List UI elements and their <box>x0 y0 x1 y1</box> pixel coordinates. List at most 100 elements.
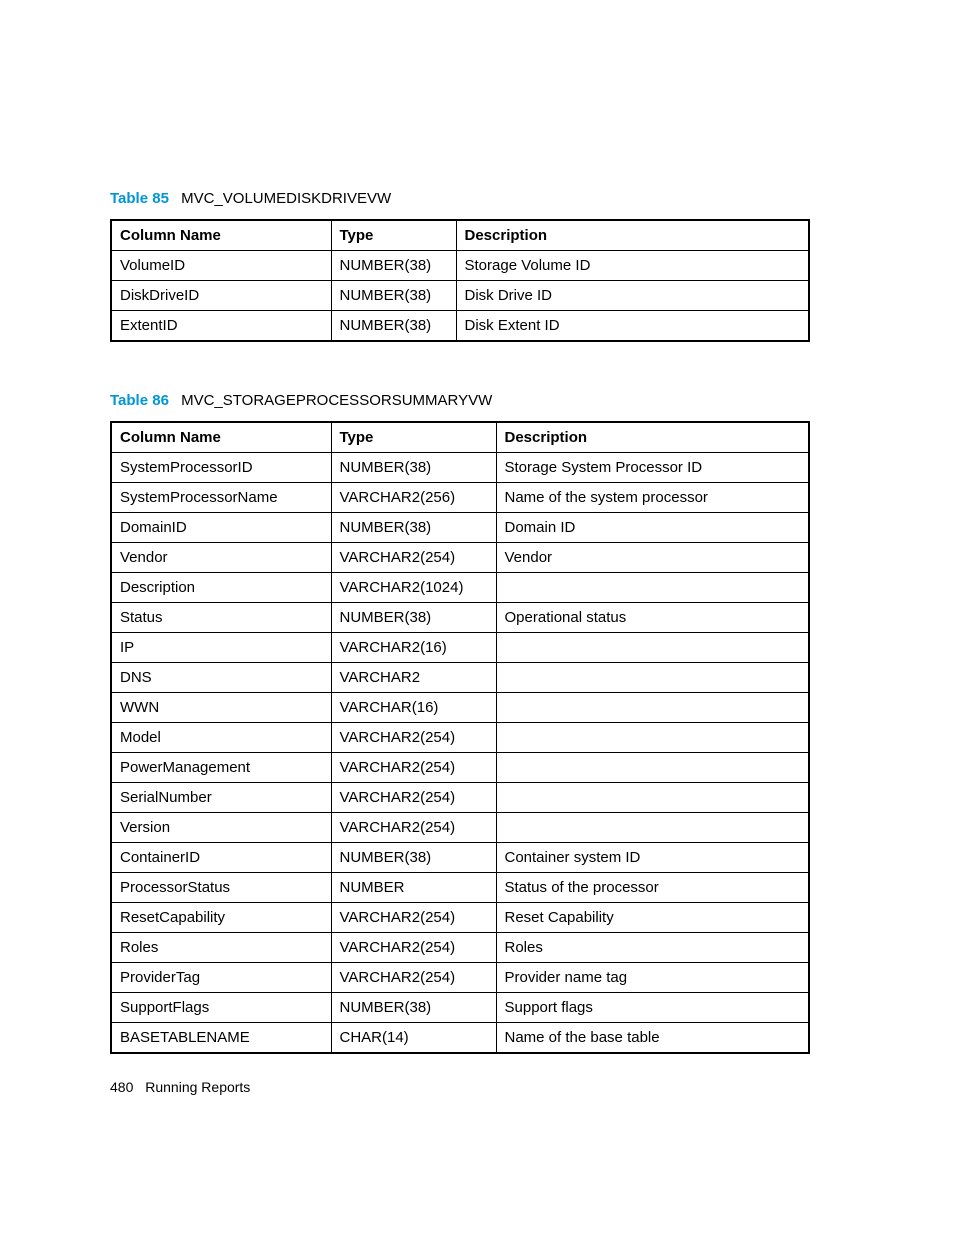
cell-description: Status of the processor <box>496 873 809 903</box>
cell-type: NUMBER(38) <box>331 993 496 1023</box>
cell-description: Reset Capability <box>496 903 809 933</box>
cell-description: Storage System Processor ID <box>496 453 809 483</box>
table-row: ResetCapabilityVARCHAR2(254)Reset Capabi… <box>111 903 809 933</box>
cell-column-name: Version <box>111 813 331 843</box>
cell-type: NUMBER(38) <box>331 281 456 311</box>
table-row: VendorVARCHAR2(254)Vendor <box>111 543 809 573</box>
cell-type: VARCHAR2(254) <box>331 933 496 963</box>
cell-type: CHAR(14) <box>331 1023 496 1054</box>
table-row: ExtentIDNUMBER(38)Disk Extent ID <box>111 311 809 342</box>
cell-description: Disk Extent ID <box>456 311 809 342</box>
header-column-name: Column Name <box>111 422 331 453</box>
cell-type: VARCHAR2(1024) <box>331 573 496 603</box>
cell-description <box>496 753 809 783</box>
cell-type: VARCHAR2 <box>331 663 496 693</box>
table-row: BASETABLENAMECHAR(14)Name of the base ta… <box>111 1023 809 1054</box>
cell-description: Roles <box>496 933 809 963</box>
section-name: Running Reports <box>145 1079 250 1095</box>
table-85-name: MVC_VOLUMEDISKDRIVEVW <box>181 190 391 207</box>
cell-description: Provider name tag <box>496 963 809 993</box>
cell-description: Disk Drive ID <box>456 281 809 311</box>
cell-description <box>496 723 809 753</box>
cell-type: VARCHAR2(254) <box>331 723 496 753</box>
cell-column-name: DiskDriveID <box>111 281 331 311</box>
cell-column-name: DomainID <box>111 513 331 543</box>
cell-type: VARCHAR2(254) <box>331 783 496 813</box>
cell-description: Container system ID <box>496 843 809 873</box>
cell-description <box>496 633 809 663</box>
cell-column-name: ExtentID <box>111 311 331 342</box>
cell-column-name: Description <box>111 573 331 603</box>
cell-type: NUMBER(38) <box>331 251 456 281</box>
cell-description: Support flags <box>496 993 809 1023</box>
table-row: VersionVARCHAR2(254) <box>111 813 809 843</box>
table-85-title: Table 85 MVC_VOLUMEDISKDRIVEVW <box>110 190 844 207</box>
table-86-title: Table 86 MVC_STORAGEPROCESSORSUMMARYVW <box>110 392 844 409</box>
header-column-name: Column Name <box>111 220 331 251</box>
cell-description: Vendor <box>496 543 809 573</box>
cell-column-name: ResetCapability <box>111 903 331 933</box>
table-row: DescriptionVARCHAR2(1024) <box>111 573 809 603</box>
cell-type: VARCHAR2(254) <box>331 903 496 933</box>
table-row: IPVARCHAR2(16) <box>111 633 809 663</box>
cell-column-name: BASETABLENAME <box>111 1023 331 1054</box>
table-85-label: Table 85 <box>110 190 169 207</box>
table-row: PowerManagementVARCHAR2(254) <box>111 753 809 783</box>
cell-column-name: DNS <box>111 663 331 693</box>
cell-type: VARCHAR(16) <box>331 693 496 723</box>
cell-type: NUMBER(38) <box>331 311 456 342</box>
cell-column-name: SupportFlags <box>111 993 331 1023</box>
table-86-name: MVC_STORAGEPROCESSORSUMMARYVW <box>181 392 492 409</box>
cell-column-name: IP <box>111 633 331 663</box>
table-row: SystemProcessorNameVARCHAR2(256)Name of … <box>111 483 809 513</box>
table-86: Column Name Type Description SystemProce… <box>110 421 810 1054</box>
cell-type: NUMBER <box>331 873 496 903</box>
table-row: WWNVARCHAR(16) <box>111 693 809 723</box>
table-row: ProcessorStatusNUMBERStatus of the proce… <box>111 873 809 903</box>
header-description: Description <box>456 220 809 251</box>
cell-column-name: SystemProcessorID <box>111 453 331 483</box>
table-85-section: Table 85 MVC_VOLUMEDISKDRIVEVW Column Na… <box>110 190 844 342</box>
cell-column-name: Model <box>111 723 331 753</box>
table-86-body: SystemProcessorIDNUMBER(38)Storage Syste… <box>111 453 809 1054</box>
cell-type: VARCHAR2(254) <box>331 963 496 993</box>
cell-type: VARCHAR2(254) <box>331 543 496 573</box>
table-row: SupportFlagsNUMBER(38)Support flags <box>111 993 809 1023</box>
cell-description: Name of the system processor <box>496 483 809 513</box>
cell-description: Storage Volume ID <box>456 251 809 281</box>
cell-description <box>496 813 809 843</box>
table-row: ProviderTagVARCHAR2(254)Provider name ta… <box>111 963 809 993</box>
cell-description <box>496 783 809 813</box>
cell-column-name: SerialNumber <box>111 783 331 813</box>
cell-description <box>496 663 809 693</box>
cell-type: NUMBER(38) <box>331 843 496 873</box>
table-header-row: Column Name Type Description <box>111 422 809 453</box>
table-row: VolumeIDNUMBER(38)Storage Volume ID <box>111 251 809 281</box>
table-row: StatusNUMBER(38)Operational status <box>111 603 809 633</box>
cell-column-name: ProviderTag <box>111 963 331 993</box>
cell-column-name: Status <box>111 603 331 633</box>
table-row: SerialNumberVARCHAR2(254) <box>111 783 809 813</box>
cell-column-name: WWN <box>111 693 331 723</box>
cell-description <box>496 693 809 723</box>
page-footer: 480 Running Reports <box>110 1079 250 1095</box>
table-row: SystemProcessorIDNUMBER(38)Storage Syste… <box>111 453 809 483</box>
cell-description: Operational status <box>496 603 809 633</box>
table-85: Column Name Type Description VolumeIDNUM… <box>110 219 810 342</box>
cell-column-name: PowerManagement <box>111 753 331 783</box>
table-85-body: VolumeIDNUMBER(38)Storage Volume IDDiskD… <box>111 251 809 342</box>
header-type: Type <box>331 422 496 453</box>
table-row: RolesVARCHAR2(254)Roles <box>111 933 809 963</box>
table-row: DomainIDNUMBER(38)Domain ID <box>111 513 809 543</box>
cell-column-name: Vendor <box>111 543 331 573</box>
cell-column-name: ContainerID <box>111 843 331 873</box>
cell-column-name: SystemProcessorName <box>111 483 331 513</box>
table-86-section: Table 86 MVC_STORAGEPROCESSORSUMMARYVW C… <box>110 392 844 1054</box>
cell-column-name: ProcessorStatus <box>111 873 331 903</box>
cell-description <box>496 573 809 603</box>
cell-type: NUMBER(38) <box>331 453 496 483</box>
table-row: DNSVARCHAR2 <box>111 663 809 693</box>
cell-type: VARCHAR2(254) <box>331 813 496 843</box>
cell-description: Name of the base table <box>496 1023 809 1054</box>
header-type: Type <box>331 220 456 251</box>
